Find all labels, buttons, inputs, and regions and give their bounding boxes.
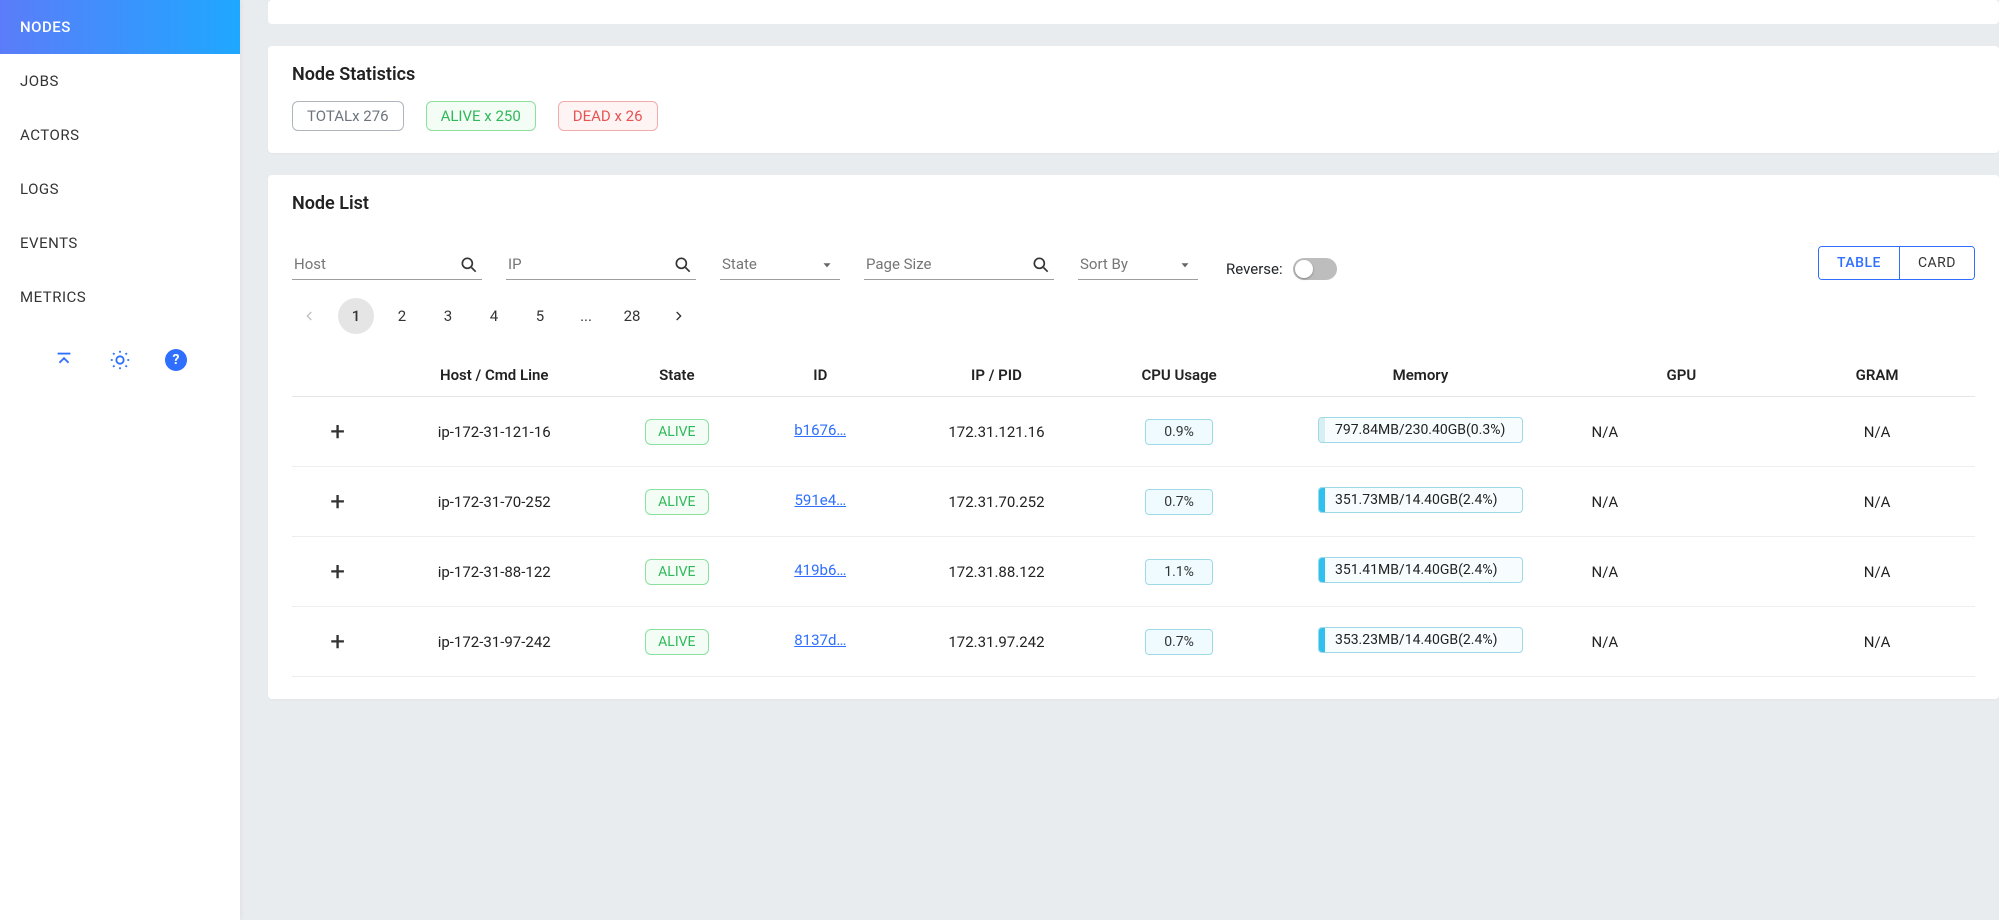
cell-ip: 172.31.88.122	[892, 537, 1101, 607]
page-28[interactable]: 28	[614, 298, 650, 334]
expand-row-button[interactable]: +	[330, 557, 345, 587]
ip-filter-field	[506, 249, 696, 280]
cell-gram: N/A	[1779, 607, 1975, 677]
memory-usage-badge: 353.23MB/14.40GB(2.4%)	[1318, 627, 1523, 653]
col-id: ID	[749, 354, 893, 397]
state-filter-field	[720, 249, 840, 280]
view-table-button[interactable]: TABLE	[1819, 247, 1899, 279]
cell-ip: 172.31.70.252	[892, 467, 1101, 537]
cpu-usage-badge: 0.9%	[1145, 419, 1213, 445]
col-ip: IP / PID	[892, 354, 1101, 397]
cell-gram: N/A	[1779, 397, 1975, 467]
pagination: 12345... 28	[292, 288, 1975, 334]
ip-filter-input[interactable]	[506, 249, 696, 280]
reverse-label: Reverse:	[1226, 260, 1283, 278]
col-gram: GRAM	[1779, 354, 1975, 397]
page-4[interactable]: 4	[476, 298, 512, 334]
col-gpu: GPU	[1584, 354, 1780, 397]
state-pill: ALIVE	[645, 419, 708, 445]
state-pill: ALIVE	[645, 489, 708, 515]
expand-row-button[interactable]: +	[330, 627, 345, 657]
search-icon[interactable]	[672, 254, 694, 276]
page-5[interactable]: 5	[522, 298, 558, 334]
cpu-usage-badge: 0.7%	[1145, 489, 1213, 515]
memory-usage-badge: 797.84MB/230.40GB(0.3%)	[1318, 417, 1523, 443]
cell-gpu: N/A	[1584, 607, 1780, 677]
node-table: Host / Cmd Line State ID IP / PID CPU Us…	[292, 354, 1975, 677]
sidebar-item-events[interactable]: EVENTS	[0, 216, 240, 270]
table-row: + ip-172-31-97-242 ALIVE 8137d… 172.31.97.24…	[292, 607, 1975, 677]
expand-row-button[interactable]: +	[330, 487, 345, 517]
col-state: State	[605, 354, 749, 397]
state-pill: ALIVE	[645, 629, 708, 655]
main-content: Node Statistics TOTALx 276 ALIVE x 250 D…	[240, 0, 1999, 920]
page-3[interactable]: 3	[430, 298, 466, 334]
cell-ip: 172.31.97.242	[892, 607, 1101, 677]
page-1[interactable]: 1	[338, 298, 374, 334]
collapse-up-icon[interactable]	[50, 346, 78, 374]
sidebar-item-nodes[interactable]: NODES	[0, 0, 240, 54]
cell-ip: 172.31.121.16	[892, 397, 1101, 467]
search-icon[interactable]	[458, 254, 480, 276]
col-cpu: CPU Usage	[1101, 354, 1258, 397]
memory-usage-badge: 351.41MB/14.40GB(2.4%)	[1318, 557, 1523, 583]
cell-gram: N/A	[1779, 537, 1975, 607]
help-icon[interactable]: ?	[162, 346, 190, 374]
node-statistics-title: Node Statistics	[292, 64, 1975, 85]
caret-down-icon[interactable]	[816, 254, 838, 276]
table-row: + ip-172-31-88-122 ALIVE 419b6… 172.31.88.12…	[292, 537, 1975, 607]
filter-controls: Reverse: TABLE CARD	[292, 230, 1975, 288]
state-pill: ALIVE	[645, 559, 708, 585]
caret-down-icon[interactable]	[1174, 254, 1196, 276]
table-row: + ip-172-31-121-16 ALIVE b1676… 172.31.121.1…	[292, 397, 1975, 467]
top-spacer-card	[268, 0, 1999, 24]
cell-gram: N/A	[1779, 467, 1975, 537]
stat-chip-total[interactable]: TOTALx 276	[292, 101, 404, 131]
cell-host: ip-172-31-88-122	[383, 537, 605, 607]
cell-host: ip-172-31-121-16	[383, 397, 605, 467]
sidebar-item-logs[interactable]: LOGS	[0, 162, 240, 216]
cell-gpu: N/A	[1584, 397, 1780, 467]
theme-sun-icon[interactable]	[106, 346, 134, 374]
host-filter-field	[292, 249, 482, 280]
col-host: Host / Cmd Line	[383, 354, 605, 397]
page-ellipsis: ...	[568, 298, 604, 334]
node-list-card: Node List	[268, 175, 1999, 699]
stat-chip-alive[interactable]: ALIVE x 250	[426, 101, 536, 131]
sidebar: NODESJOBSACTORSLOGSEVENTSMETRICS ?	[0, 0, 240, 920]
page-prev[interactable]	[292, 298, 328, 334]
reverse-toggle[interactable]	[1293, 258, 1337, 280]
pagesize-filter-field	[864, 249, 1054, 280]
node-id-link[interactable]: 419b6…	[794, 561, 846, 579]
page-2[interactable]: 2	[384, 298, 420, 334]
cpu-usage-badge: 0.7%	[1145, 629, 1213, 655]
view-card-button[interactable]: CARD	[1899, 247, 1974, 279]
memory-usage-badge: 351.73MB/14.40GB(2.4%)	[1318, 487, 1523, 513]
search-icon[interactable]	[1030, 254, 1052, 276]
node-statistics-card: Node Statistics TOTALx 276 ALIVE x 250 D…	[268, 46, 1999, 153]
table-row: + ip-172-31-70-252 ALIVE 591e4… 172.31.70.25…	[292, 467, 1975, 537]
expand-row-button[interactable]: +	[330, 417, 345, 447]
page-next[interactable]	[660, 298, 696, 334]
sidebar-item-metrics[interactable]: METRICS	[0, 270, 240, 324]
col-mem: Memory	[1257, 354, 1583, 397]
sidebar-item-actors[interactable]: ACTORS	[0, 108, 240, 162]
cpu-usage-badge: 1.1%	[1145, 559, 1213, 585]
reverse-toggle-group: Reverse:	[1226, 258, 1337, 280]
node-id-link[interactable]: 8137d…	[794, 631, 846, 649]
cell-gpu: N/A	[1584, 537, 1780, 607]
node-id-link[interactable]: b1676…	[794, 421, 846, 439]
view-toggle: TABLE CARD	[1818, 246, 1975, 280]
host-filter-input[interactable]	[292, 249, 482, 280]
cell-gpu: N/A	[1584, 467, 1780, 537]
cell-host: ip-172-31-97-242	[383, 607, 605, 677]
sortby-filter-field	[1078, 249, 1198, 280]
node-id-link[interactable]: 591e4…	[794, 491, 846, 509]
cell-host: ip-172-31-70-252	[383, 467, 605, 537]
node-list-title: Node List	[292, 193, 1975, 214]
stat-chip-dead[interactable]: DEAD x 26	[558, 101, 658, 131]
sidebar-item-jobs[interactable]: JOBS	[0, 54, 240, 108]
pagesize-input[interactable]	[864, 249, 1054, 280]
